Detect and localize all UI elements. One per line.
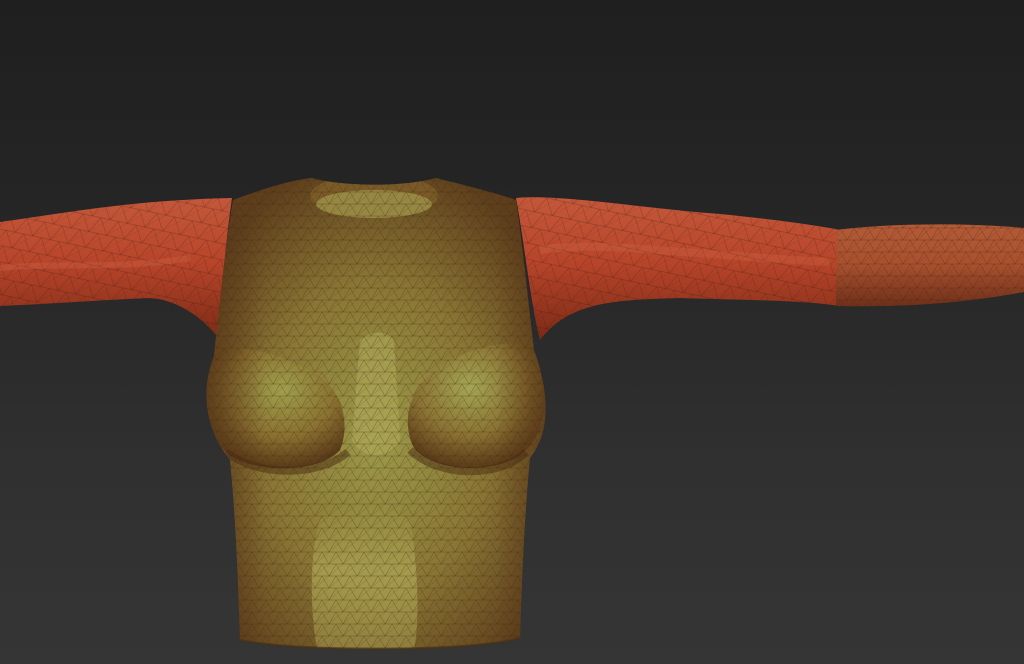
torso[interactable] [200,170,560,664]
right-forearm[interactable] [836,224,1024,307]
3d-viewport[interactable] [0,0,1024,664]
right-sleeve[interactable] [516,197,840,340]
left-sleeve[interactable] [0,198,232,340]
sculpt-mesh[interactable] [0,0,1024,664]
